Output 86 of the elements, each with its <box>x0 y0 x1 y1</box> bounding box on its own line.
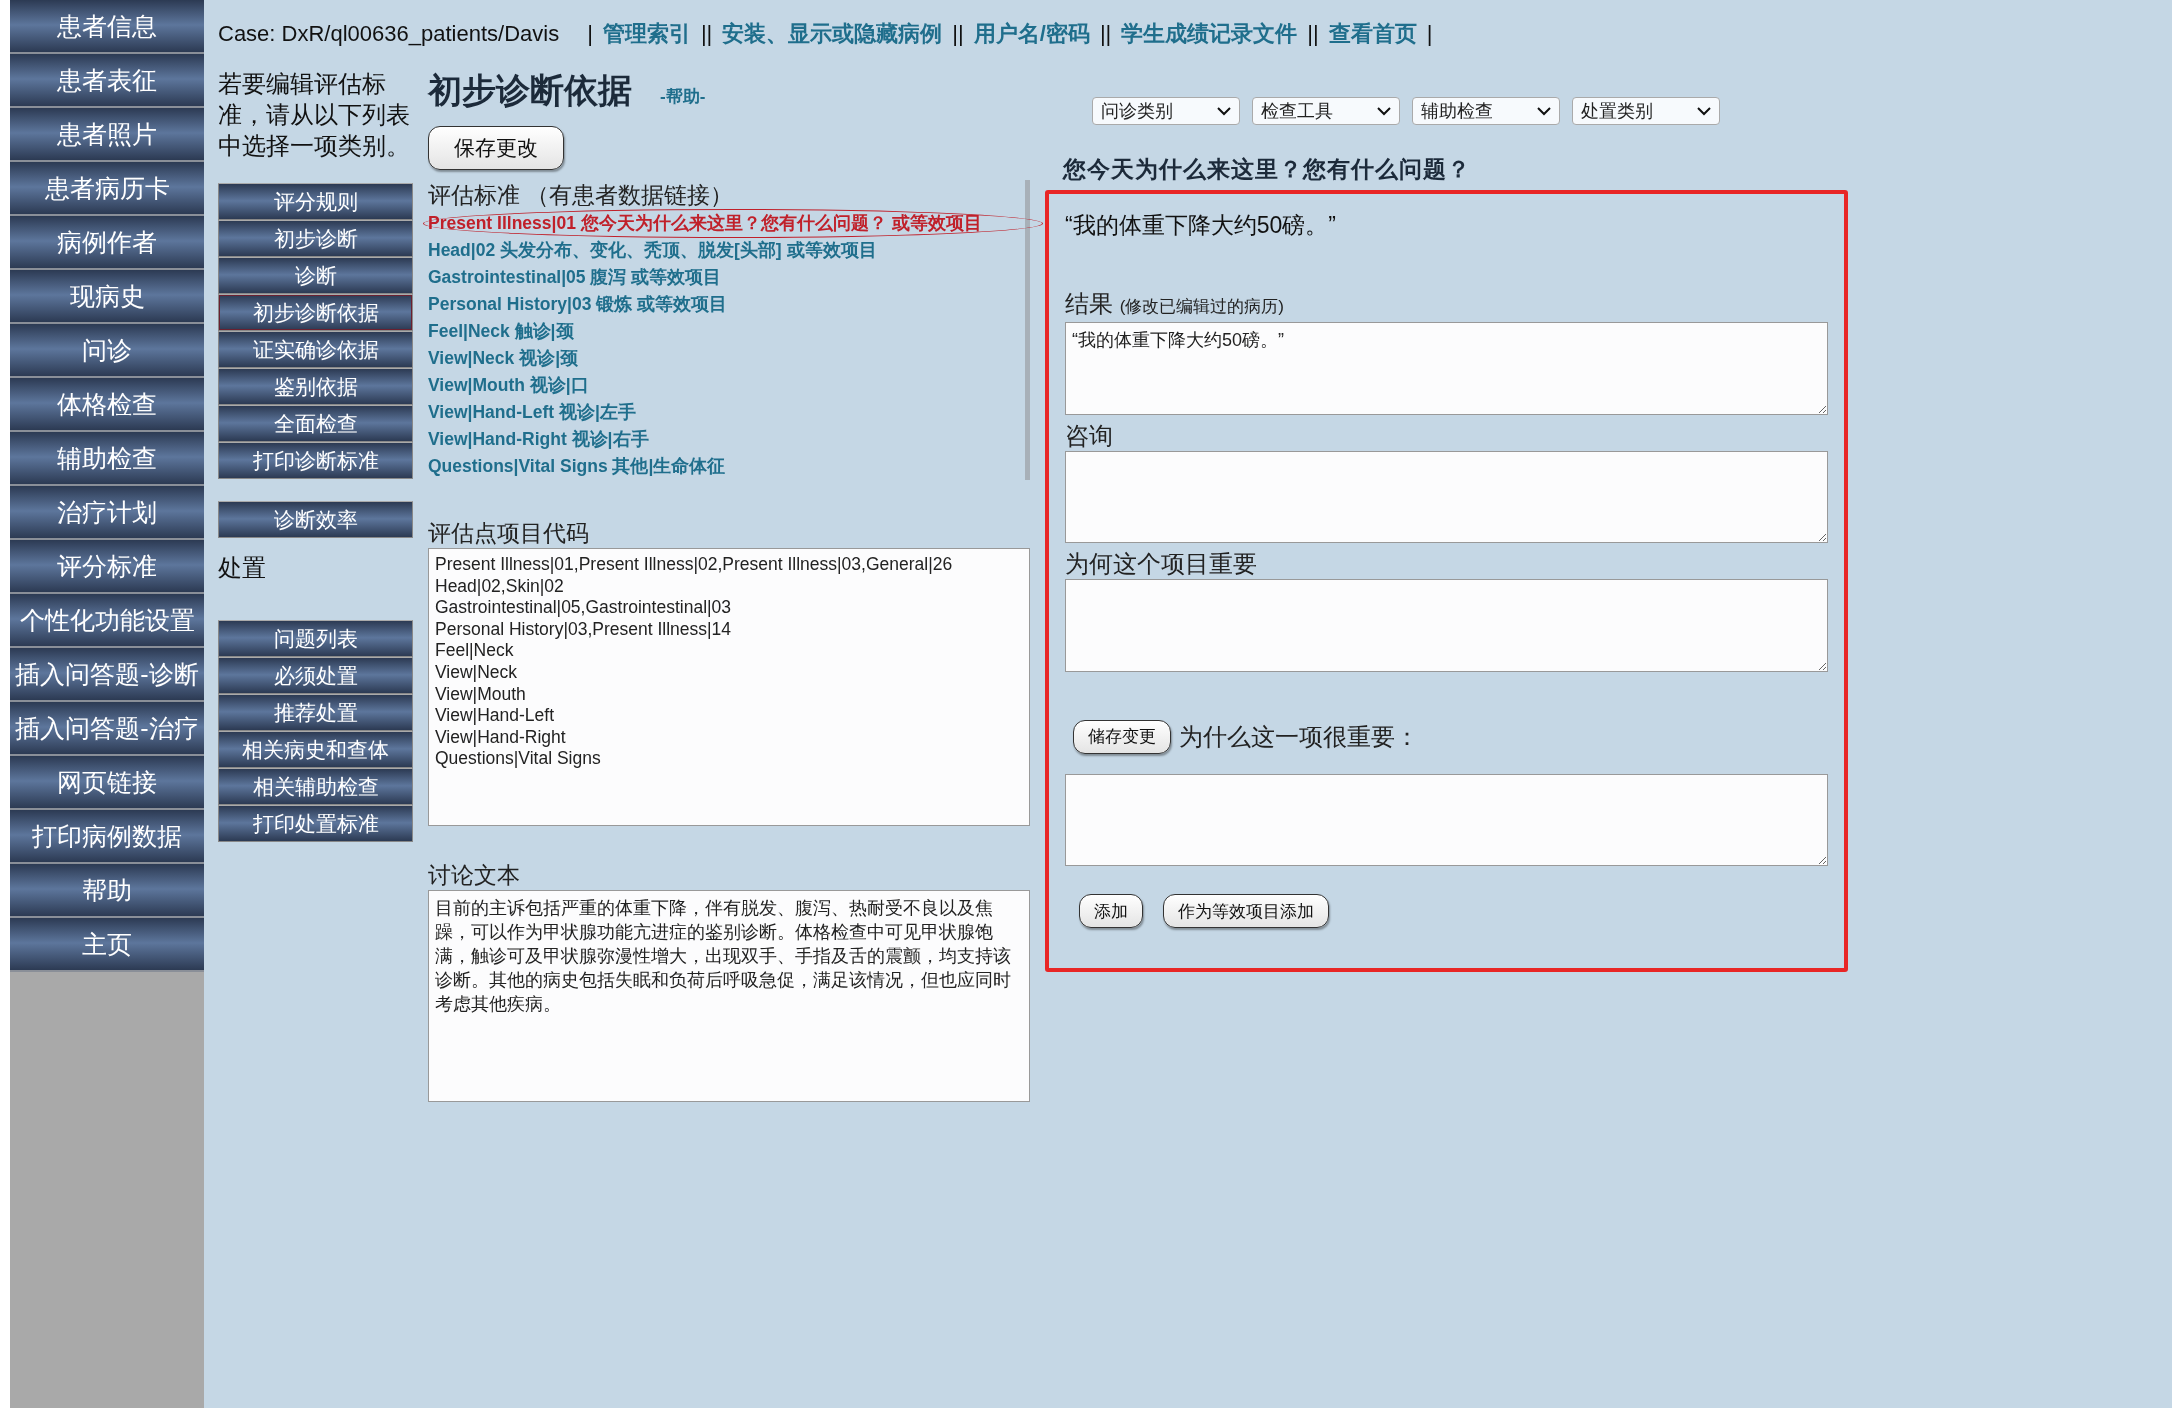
criterion-link[interactable]: View|Neck 视诊|颈 <box>428 345 579 372</box>
category-button[interactable]: 问题列表 <box>218 620 413 657</box>
nav-separator: || <box>1307 21 1319 47</box>
category-button[interactable]: 诊断 <box>218 257 413 294</box>
sidebar-item[interactable]: 患者信息 <box>10 0 204 54</box>
sidebar-item[interactable]: 患者照片 <box>10 108 204 162</box>
sidebar-item[interactable]: 主页 <box>10 918 204 972</box>
category-button[interactable]: 打印处置标准 <box>218 805 413 842</box>
nav-link[interactable]: 学生成绩记录文件 <box>1121 19 1298 49</box>
chevron-down-icon <box>1217 106 1231 116</box>
sidebar-item[interactable]: 辅助检查 <box>10 432 204 486</box>
chevron-down-icon <box>1377 106 1391 116</box>
nav-link[interactable]: 查看首页 <box>1328 19 1417 49</box>
category-button[interactable]: 推荐处置 <box>218 694 413 731</box>
nav-separator: || <box>700 21 713 47</box>
save-button[interactable]: 保存更改 <box>428 126 564 170</box>
criterion-link[interactable]: Feel|Neck 触诊|颈 <box>428 318 574 345</box>
section-heading: 讨论文本 <box>428 861 521 890</box>
criterion-link[interactable]: View|Hand-Right 视诊|右手 <box>428 426 649 453</box>
sidebar-item[interactable]: 插入问答题-治疗 <box>10 702 204 756</box>
question-heading: 您今天为什么来这里？您有什么问题？ <box>1061 155 1472 184</box>
importance-field[interactable] <box>1065 579 1828 672</box>
section-heading: 评估点项目代码 <box>428 519 590 548</box>
nav-separator: || <box>1099 21 1112 47</box>
criterion-link[interactable]: View|Hand-Left 视诊|左手 <box>428 399 636 426</box>
sidebar-item[interactable]: 治疗计划 <box>10 486 204 540</box>
category-button[interactable]: 证实确诊依据 <box>218 331 413 368</box>
category-dropdown[interactable]: 辅助检查 <box>1412 97 1560 125</box>
category-dropdown[interactable]: 处置类别 <box>1572 97 1720 125</box>
nav-link[interactable]: 安装、显示或隐藏病例 <box>722 19 943 49</box>
criterion-link[interactable]: Personal History|03 锻炼 或等效项目 <box>428 291 728 318</box>
sidebar-item[interactable]: 患者表征 <box>10 54 204 108</box>
field-label: 为何这个项目重要 <box>1065 549 1258 579</box>
sidebar-item[interactable]: 插入问答题-诊断 <box>10 648 204 702</box>
sidebar-item[interactable]: 帮助 <box>10 864 204 918</box>
save-changes-button[interactable]: 储存变更 <box>1073 719 1171 754</box>
instruction-text: 若要编辑评估标准，请从以下列表中选择一项类别。 <box>218 69 411 161</box>
criterion-link[interactable]: Gastrointestinal|05 腹泻 或等效项目 <box>428 264 722 291</box>
sidebar-item[interactable]: 个性化功能设置 <box>10 594 204 648</box>
patient-quote: “我的体重下降大约50磅。” <box>1065 211 1337 240</box>
field-label: 咨询 <box>1065 420 1114 451</box>
criterion-link[interactable]: Present Illness|01 您今天为什么来这里？您有什么问题？ 或等效项目 <box>424 210 1042 237</box>
section-heading: 评估标准 （有患者数据链接） <box>428 181 735 210</box>
sidebar-item[interactable]: 网页链接 <box>10 756 204 810</box>
consult-field[interactable] <box>1065 450 1828 543</box>
field-label: 为什么这一项很重要： <box>1179 721 1419 752</box>
sidebar-item[interactable]: 评分标准 <box>10 540 204 594</box>
result-field[interactable]: “我的体重下降大约50磅。” <box>1065 322 1828 415</box>
nav-separator: || <box>952 21 964 47</box>
sidebar-item[interactable]: 患者病历卡 <box>10 162 204 216</box>
category-button[interactable]: 必须处置 <box>218 657 413 694</box>
criterion-link[interactable]: Questions|Vital Signs 其他|生命体征 <box>428 453 726 480</box>
nav-separator: | <box>1426 21 1433 47</box>
reason-field[interactable] <box>1065 773 1828 866</box>
add-button[interactable]: 添加 <box>1079 894 1143 928</box>
case-path: Case: DxR/ql00636_patients/Davis <box>218 21 560 47</box>
chevron-down-icon <box>1697 106 1711 116</box>
discussion-field[interactable]: 目前的主诉包括严重的体重下降，伴有脱发、腹泻、热耐受不良以及焦躁，可以作为甲状腺功能亢进症的鉴别诊断。体格检查中可见甲状腺饱满，触诊可及甲状腺弥漫性增大，出现双手、手指及舌的震颤，均支持该诊断。其他的病史包括失眠和负荷后呼吸急促，满足该情况，但也应同时考虑其他疾病。 <box>428 890 1030 1102</box>
category-button[interactable]: 评分规则 <box>218 183 413 220</box>
field-label: 结果 (修改已编辑过的病历) <box>1065 289 1285 319</box>
efficiency-button[interactable]: 诊断效率 <box>218 501 413 538</box>
category-button[interactable]: 打印诊断标准 <box>218 442 413 479</box>
page-title: 初步诊断依据 <box>428 70 632 111</box>
nav-separator: | <box>587 21 593 47</box>
sidebar-item[interactable]: 打印病例数据 <box>10 810 204 864</box>
category-dropdown[interactable]: 检查工具 <box>1252 97 1400 125</box>
sidebar-item[interactable]: 病例作者 <box>10 216 204 270</box>
sidebar-item[interactable]: 问诊 <box>10 324 204 378</box>
category-button[interactable]: 鉴别依据 <box>218 368 413 405</box>
category-button[interactable]: 相关病史和查体 <box>218 731 413 768</box>
nav-link[interactable]: 用户名/密码 <box>973 19 1090 49</box>
criterion-link[interactable]: View|Mouth 视诊|口 <box>428 372 589 399</box>
category-button[interactable]: 初步诊断依据 <box>218 294 413 331</box>
criterion-link[interactable]: Head|02 头发分布、变化、秃顶、脱发[头部] 或等效项目 <box>428 237 877 264</box>
nav-link[interactable]: 管理索引 <box>602 19 691 49</box>
add-equivalent-button[interactable]: 作为等效项目添加 <box>1163 894 1329 928</box>
section-heading: 处置 <box>218 553 267 583</box>
codes-field[interactable]: Present Illness|01,Present Illness|02,Present Illness|03,General|26 Head|02,Skin|02 Gastrointestinal|05,Gastrointestinal|03 Personal History|03,Present Illness|14 Feel|Neck View|Neck View|Mouth View|Hand-Left View|Hand-Right Questions|Vital Signs <box>428 548 1030 826</box>
chevron-down-icon <box>1537 106 1551 116</box>
help-link[interactable]: -帮助- <box>660 85 706 108</box>
category-button[interactable]: 初步诊断 <box>218 220 413 257</box>
category-button[interactable]: 全面检查 <box>218 405 413 442</box>
category-dropdown[interactable]: 问诊类别 <box>1092 97 1240 125</box>
category-button[interactable]: 相关辅助检查 <box>218 768 413 805</box>
sidebar-item[interactable]: 现病史 <box>10 270 204 324</box>
sidebar-item[interactable]: 体格检查 <box>10 378 204 432</box>
